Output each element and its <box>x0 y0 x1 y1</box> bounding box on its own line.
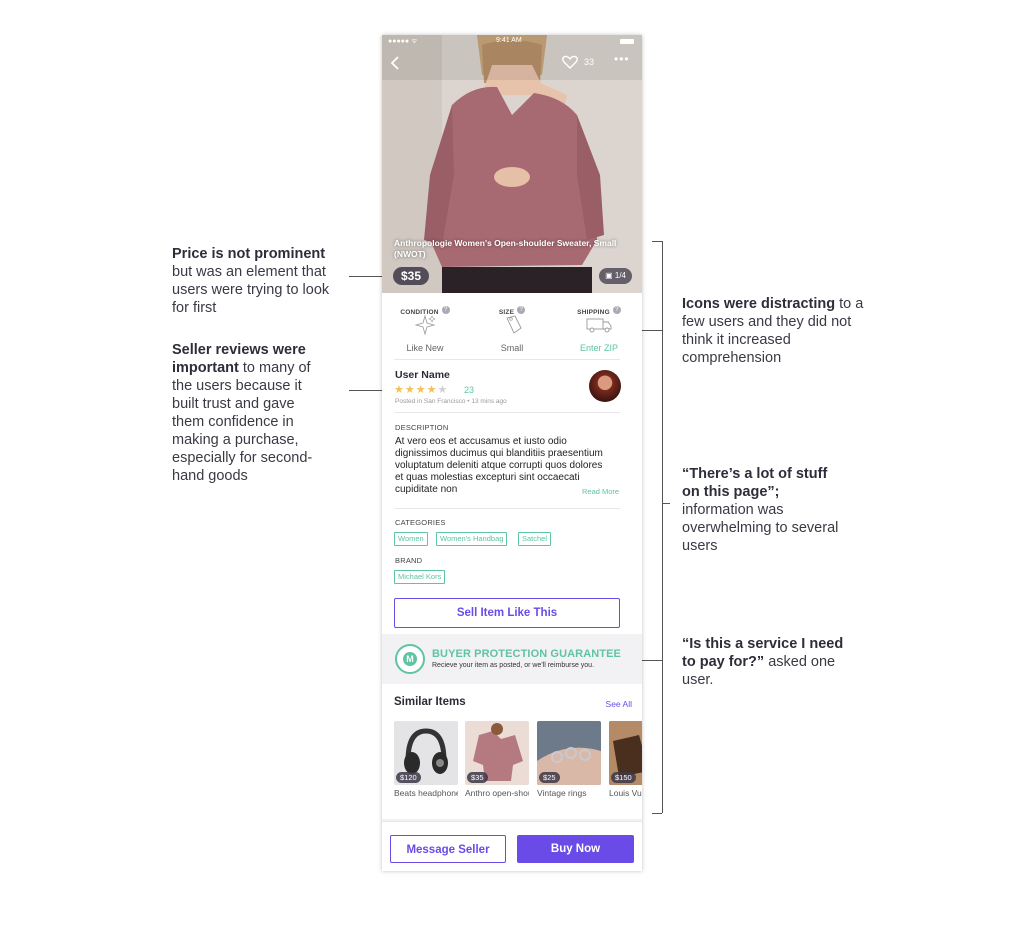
category-tag[interactable]: Satchel <box>518 532 552 546</box>
annotation-price: Price is not prominent but was an elemen… <box>172 245 337 317</box>
annotation-icons-bold: Icons were distracting <box>682 296 836 312</box>
similar-item-price: $120 <box>396 772 421 783</box>
annotation-price-text: but was an element that users were tryin… <box>172 264 330 316</box>
connector-price <box>349 276 385 277</box>
similar-item-name: Beats headphones <box>394 788 458 798</box>
avatar[interactable] <box>589 370 621 402</box>
phone-screen: ●●●●● ᯤ 9:41 AM 33 ••• Anthropologie Wom… <box>382 35 642 871</box>
similar-item-name: Vintage rings <box>537 788 587 798</box>
attr-size[interactable]: SIZE? Small <box>469 301 555 353</box>
category-tag[interactable]: Women <box>394 532 428 546</box>
similar-item-price: $25 <box>539 772 560 783</box>
review-count[interactable]: 23 <box>464 385 474 395</box>
buyer-protection-subtitle: Recieve your item as posted, or we'll re… <box>432 662 595 669</box>
similar-item-image: $150 <box>609 721 642 785</box>
attr-condition[interactable]: CONDITION? Like New <box>382 301 468 353</box>
see-all-link[interactable]: See All <box>606 699 632 709</box>
buy-now-button[interactable]: Buy Now <box>517 835 634 863</box>
similar-item[interactable]: $25 Vintage rings <box>537 721 601 798</box>
size-value: Small <box>500 343 524 353</box>
brand-tag[interactable]: Michael Kors <box>394 570 446 584</box>
similar-item-image: $35 <box>465 721 529 785</box>
sparkle-icon <box>414 314 436 336</box>
bracket-middle <box>662 503 670 504</box>
attr-shipping[interactable]: SHIPPING? Enter ZIP <box>556 301 642 353</box>
photo-index: 1/4 <box>614 271 626 280</box>
similar-item-image: $25 <box>537 721 601 785</box>
truck-icon <box>586 318 612 333</box>
heart-icon[interactable] <box>562 55 578 69</box>
help-icon[interactable]: ? <box>612 305 621 314</box>
brand-label: BRAND <box>395 556 423 565</box>
similar-item-price: $35 <box>467 772 488 783</box>
bracket-bottom <box>652 813 662 814</box>
annotation-reviews-text: to many of the users because it built tr… <box>172 360 313 484</box>
posted-info: Posted in San Francisco • 13 mins ago <box>395 398 507 405</box>
category-tag[interactable]: Women's Handbag <box>436 532 508 546</box>
shipping-value[interactable]: Enter ZIP <box>556 343 642 353</box>
similar-items-title: Similar Items <box>394 696 466 708</box>
attribute-row: CONDITION? Like New SIZE? Small SHIPPING… <box>382 301 642 357</box>
sell-item-like-this-button[interactable]: Sell Item Like This <box>394 598 620 628</box>
divider <box>394 359 620 360</box>
tag-icon <box>506 315 522 334</box>
annotation-service: “Is this a service I need to pay for?” a… <box>682 635 857 689</box>
seller-name[interactable]: User Name <box>395 369 450 381</box>
annotation-stuff: “There’s a lot of stuff on this page”; i… <box>682 465 842 555</box>
annotation-price-bold: Price is not prominent <box>172 246 326 262</box>
categories-label: CATEGORIES <box>395 518 446 527</box>
message-seller-button[interactable]: Message Seller <box>390 835 506 863</box>
similar-item[interactable]: $150 Louis Vuitton <box>609 721 642 798</box>
annotation-stuff-bold: “There’s a lot of stuff on this page”; <box>682 466 828 500</box>
help-icon[interactable]: ? <box>517 305 526 314</box>
shield-seal-icon: M <box>395 644 425 674</box>
divider <box>394 508 620 509</box>
more-icon[interactable]: ••• <box>614 52 630 66</box>
product-photo[interactable]: ●●●●● ᯤ 9:41 AM 33 ••• Anthropologie Wom… <box>382 35 642 293</box>
read-more-link[interactable]: Read More <box>580 487 620 496</box>
annotation-stuff-text: information was overwhelming to several … <box>682 502 839 554</box>
action-footer: Message Seller Buy Now <box>382 821 642 871</box>
divider <box>394 412 620 413</box>
status-time: 9:41 AM <box>496 37 522 44</box>
similar-item-price: $150 <box>611 772 636 783</box>
back-icon[interactable] <box>389 55 401 71</box>
likes-count: 33 <box>584 57 595 67</box>
similar-item[interactable]: $35 Anthro open-shoulder <box>465 721 529 798</box>
similar-item[interactable]: $120 Beats headphones <box>394 721 458 798</box>
bracket-vertical <box>662 241 663 813</box>
help-icon[interactable]: ? <box>441 305 450 314</box>
description-text: At vero eos et accusamus et iusto odio d… <box>395 436 603 495</box>
annotation-reviews: Seller reviews were important to many of… <box>172 341 330 485</box>
listing-title: Anthropologie Women's Open-shoulder Swea… <box>394 238 617 259</box>
condition-value: Like New <box>406 343 444 353</box>
photo-counter: ▣ 1/4 <box>599 268 632 284</box>
photos-icon: ▣ <box>605 271 613 280</box>
similar-item-image: $120 <box>394 721 458 785</box>
signal-icon: ●●●●● ᯤ <box>388 38 418 45</box>
similar-item-name: Louis Vuitton <box>609 788 642 798</box>
similar-item-name: Anthro open-shoulder <box>465 788 529 798</box>
annotation-icons: Icons were distracting to a few users an… <box>682 295 867 367</box>
buyer-protection-title: BUYER PROTECTION GUARANTEE <box>432 648 621 660</box>
bracket-top <box>652 241 662 242</box>
battery-icon <box>620 39 634 44</box>
buyer-protection-banner[interactable]: M BUYER PROTECTION GUARANTEE Recieve you… <box>382 634 642 684</box>
description-label: DESCRIPTION <box>395 423 449 432</box>
star-rating: ★★★★★ <box>394 384 449 396</box>
status-bar: ●●●●● ᯤ 9:41 AM <box>382 37 642 49</box>
listing-price: $35 <box>393 267 430 285</box>
